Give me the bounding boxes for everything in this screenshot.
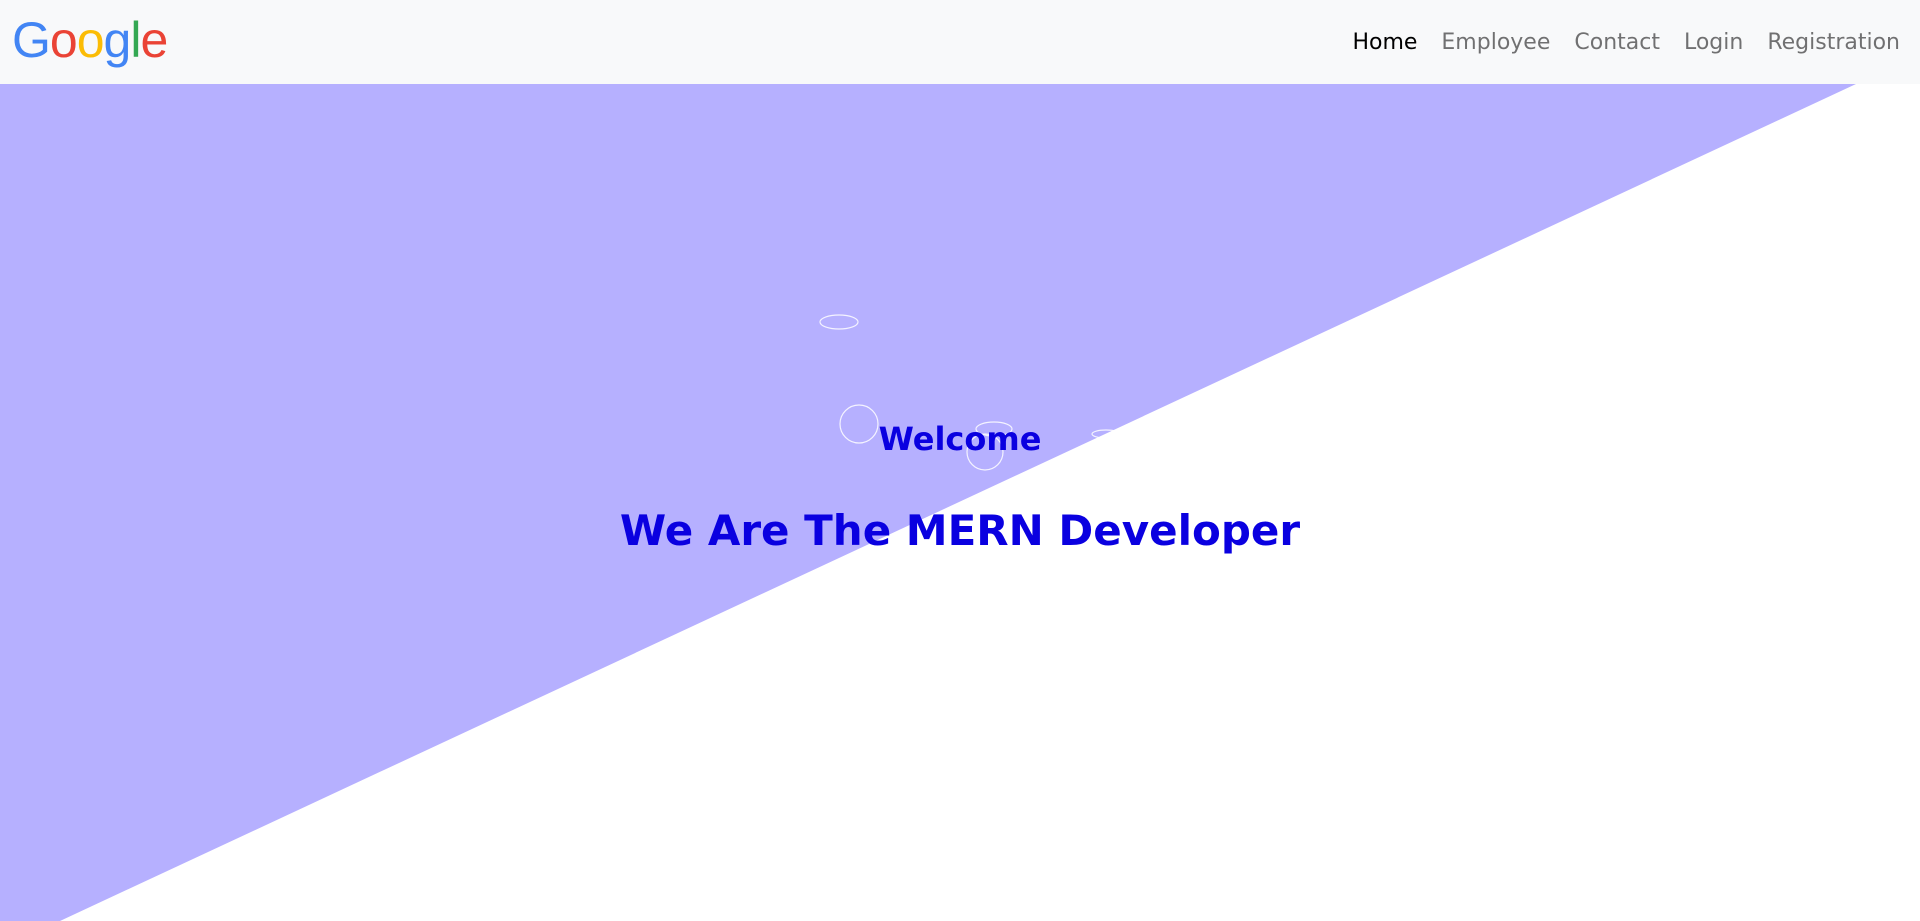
nav-link-login[interactable]: Login xyxy=(1684,30,1743,55)
welcome-heading: Welcome xyxy=(878,420,1042,458)
hero-section: Welcome We Are The MERN Developer xyxy=(0,84,1920,921)
nav-link-employee[interactable]: Employee xyxy=(1441,30,1550,55)
nav-link-home[interactable]: Home xyxy=(1352,30,1417,55)
logo-letter-e: e xyxy=(140,12,168,68)
nav-links: Home Employee Contact Login Registration xyxy=(1328,0,1900,84)
hero-background xyxy=(0,84,1856,921)
hero-diagonal-shape xyxy=(0,84,1856,921)
logo-letter-g2: g xyxy=(103,12,132,68)
nav-link-contact[interactable]: Contact xyxy=(1574,30,1660,55)
logo-letter-o2: o xyxy=(76,12,105,68)
nav-link-registration[interactable]: Registration xyxy=(1767,30,1900,55)
tagline-heading: We Are The MERN Developer xyxy=(619,506,1301,555)
logo-letter-l: l xyxy=(130,12,141,68)
navbar: Google Home Employee Contact Login Regis… xyxy=(0,0,1920,84)
logo-letter-g: G xyxy=(12,12,51,68)
google-logo[interactable]: Google xyxy=(12,12,168,68)
logo-letter-o1: o xyxy=(49,12,78,68)
